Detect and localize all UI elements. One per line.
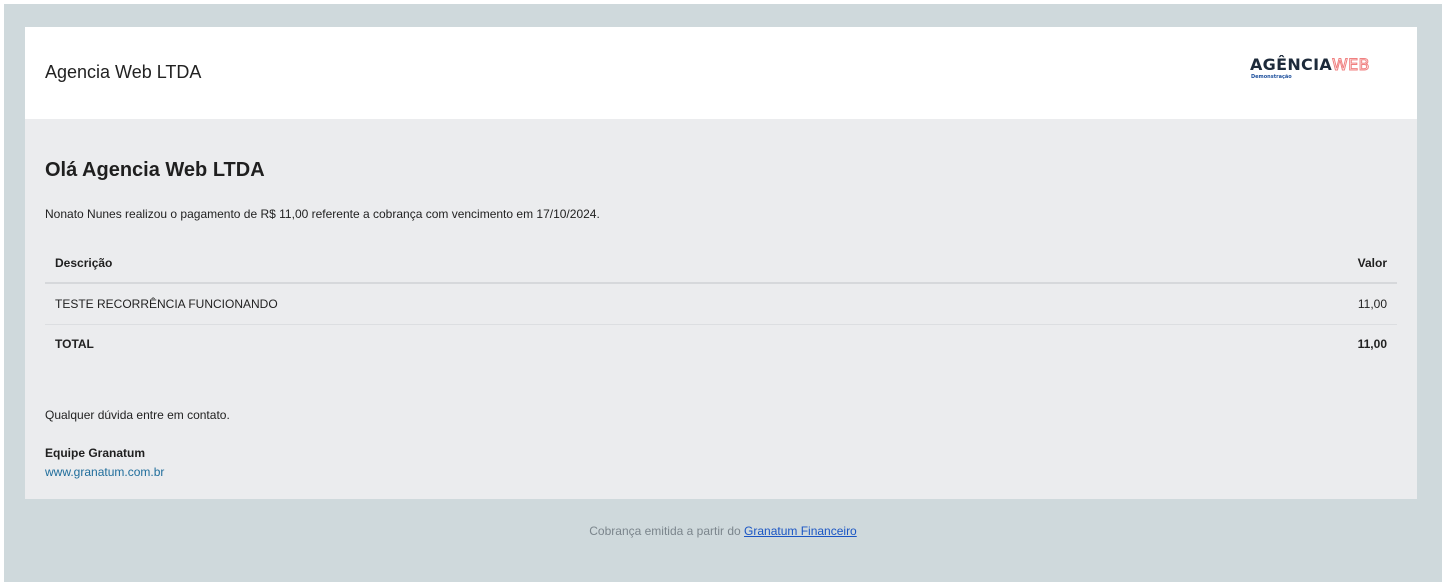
- company-logo: AGÊNCIAWEB Demonstração: [1250, 55, 1380, 86]
- granatum-website-link[interactable]: www.granatum.com.br: [45, 465, 164, 479]
- email-header: Agencia Web LTDA AGÊNCIAWEB Demonstração: [25, 27, 1417, 119]
- company-name: Agencia Web LTDA: [45, 62, 202, 82]
- payment-message: Nonato Nunes realizou o pagamento de R$ …: [45, 207, 600, 221]
- total-label: TOTAL: [55, 336, 94, 351]
- total-value: 11,00: [1357, 336, 1387, 351]
- total-row: TOTAL 11,00: [45, 324, 1397, 363]
- email-container: Agencia Web LTDA AGÊNCIAWEB Demonstração…: [4, 4, 1442, 582]
- charge-items-table: Descrição Valor TESTE RECORRÊNCIA FUNCIO…: [45, 243, 1397, 363]
- footer-text: Cobrança emitida a partir do: [589, 524, 745, 538]
- column-header-value: Valor: [1168, 243, 1397, 284]
- item-value: 11,00: [1168, 283, 1397, 325]
- contact-text: Qualquer dúvida entre em contato.: [45, 408, 230, 422]
- email-body: Olá Agencia Web LTDA Nonato Nunes realiz…: [25, 119, 1417, 499]
- granatum-financeiro-link[interactable]: Granatum Financeiro: [744, 524, 857, 538]
- table-row: TESTE RECORRÊNCIA FUNCIONANDO 11,00: [45, 283, 1397, 325]
- logo-text-agencia: AGÊNCIA: [1250, 55, 1333, 74]
- item-description: TESTE RECORRÊNCIA FUNCIONANDO: [45, 283, 1169, 325]
- signature-team: Equipe Granatum: [45, 446, 146, 460]
- email-footer: Cobrança emitida a partir do Granatum Fi…: [4, 524, 1442, 538]
- logo-subtitle: Demonstração: [1251, 74, 1292, 80]
- column-header-description: Descrição: [45, 243, 1169, 284]
- logo-wordmark: AGÊNCIAWEB: [1250, 55, 1380, 74]
- logo-text-web: WEB: [1332, 55, 1371, 74]
- table-header-row: Descrição Valor: [45, 243, 1397, 284]
- greeting-heading: Olá Agencia Web LTDA: [45, 159, 265, 181]
